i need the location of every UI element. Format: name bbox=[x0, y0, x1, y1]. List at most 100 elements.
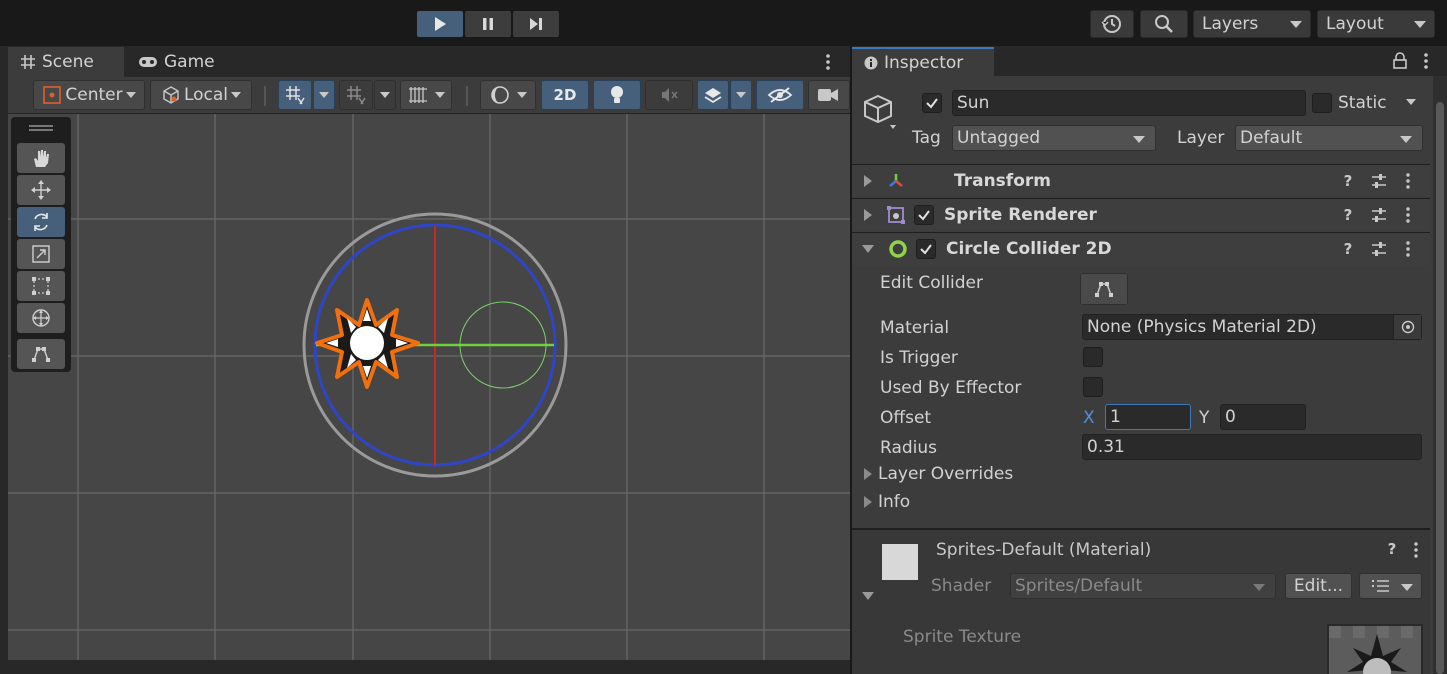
component-menu-icon[interactable] bbox=[1410, 541, 1422, 559]
pivot-mode-dropdown[interactable]: Center bbox=[33, 80, 145, 110]
chevron-down-icon bbox=[1406, 99, 1416, 105]
layout-dropdown-label: Layout bbox=[1326, 14, 1384, 34]
offset-y-field[interactable]: 0 bbox=[1220, 404, 1306, 430]
transform-icon bbox=[886, 171, 906, 191]
undo-history-button[interactable] bbox=[1090, 10, 1134, 38]
tab-scene[interactable]: Scene bbox=[8, 47, 124, 77]
component-menu-icon[interactable] bbox=[1402, 206, 1414, 224]
sprite-renderer-component-header[interactable]: Sprite Renderer ? bbox=[852, 198, 1430, 231]
chevron-down-icon bbox=[1133, 136, 1145, 143]
sprite-renderer-enabled-checkbox[interactable] bbox=[914, 205, 934, 225]
component-menu-icon[interactable] bbox=[1402, 172, 1414, 190]
presets-icon[interactable] bbox=[1370, 207, 1388, 223]
scale-tool-button[interactable] bbox=[17, 239, 65, 269]
grid-snapping-button[interactable] bbox=[278, 80, 312, 110]
search-button[interactable] bbox=[1140, 10, 1188, 38]
increment-snap-button[interactable] bbox=[339, 80, 373, 110]
lighting-toggle[interactable] bbox=[593, 80, 641, 110]
collapse-arrow-icon[interactable] bbox=[862, 592, 874, 600]
move-arrows-icon bbox=[31, 180, 51, 200]
sprite-texture-thumbnail[interactable] bbox=[1327, 624, 1423, 674]
edit-shader-label: Edit... bbox=[1293, 576, 1344, 596]
help-icon[interactable]: ? bbox=[1382, 540, 1402, 558]
help-icon[interactable]: ? bbox=[1338, 206, 1358, 224]
transform-tool-button[interactable] bbox=[17, 303, 65, 333]
expand-arrow-icon bbox=[864, 468, 872, 480]
pause-icon bbox=[483, 18, 493, 30]
tag-dropdown[interactable]: Untagged bbox=[952, 125, 1156, 151]
tab-inspector[interactable]: Inspector bbox=[852, 47, 994, 76]
edit-shader-button[interactable]: Edit... bbox=[1285, 573, 1352, 599]
help-icon[interactable]: ? bbox=[1338, 172, 1358, 190]
layers-dropdown[interactable]: Layers bbox=[1193, 10, 1311, 38]
presets-icon[interactable] bbox=[1370, 173, 1388, 189]
pivot-rotation-dropdown[interactable]: Local bbox=[150, 80, 252, 110]
lock-icon[interactable] bbox=[1392, 52, 1408, 70]
scene-camera-dropdown[interactable] bbox=[808, 80, 850, 110]
drag-handle-icon[interactable] bbox=[29, 125, 53, 131]
static-checkbox[interactable] bbox=[1312, 93, 1332, 113]
circle-collider-enabled-checkbox[interactable] bbox=[916, 239, 936, 259]
scene-toolbar: Center Local 2D bbox=[8, 77, 850, 114]
draw-mode-dropdown[interactable] bbox=[480, 80, 536, 110]
material-preview-swatch[interactable] bbox=[882, 544, 918, 580]
collapse-arrow-icon bbox=[862, 245, 874, 253]
is-trigger-checkbox[interactable] bbox=[1083, 347, 1103, 367]
object-picker-icon[interactable] bbox=[1393, 315, 1421, 339]
tab-game[interactable]: Game bbox=[138, 48, 215, 76]
hand-tool-button[interactable] bbox=[17, 143, 65, 173]
offset-y-label[interactable]: Y bbox=[1199, 408, 1209, 428]
used-by-effector-checkbox[interactable] bbox=[1083, 377, 1103, 397]
layer-dropdown[interactable]: Default bbox=[1235, 125, 1423, 151]
inspector-scrollbar[interactable] bbox=[1433, 76, 1447, 674]
edit-collider-tool-button[interactable] bbox=[17, 339, 65, 369]
is-trigger-label: Is Trigger bbox=[880, 348, 958, 368]
component-menu-icon[interactable] bbox=[1402, 240, 1414, 258]
info-foldout[interactable]: Info bbox=[864, 492, 910, 512]
chevron-down-icon bbox=[1290, 21, 1302, 28]
2d-view-toggle[interactable]: 2D bbox=[541, 80, 589, 110]
grid-visibility-dropdown[interactable] bbox=[400, 80, 452, 110]
rotate-tool-button[interactable] bbox=[17, 207, 65, 237]
step-button[interactable] bbox=[513, 11, 559, 37]
object-name-field[interactable]: Sun bbox=[952, 90, 1306, 116]
scene-visibility-toggle[interactable] bbox=[756, 80, 804, 110]
panel-menu-icon[interactable] bbox=[1420, 51, 1432, 71]
transform-component-header[interactable]: Transform ? bbox=[852, 164, 1430, 197]
circle-collider-component-header[interactable]: Circle Collider 2D ? bbox=[852, 232, 1430, 265]
layout-dropdown[interactable]: Layout bbox=[1317, 10, 1435, 38]
play-icon bbox=[435, 17, 446, 31]
material-label: Material bbox=[880, 318, 950, 338]
gameobject-icon[interactable] bbox=[862, 92, 902, 132]
layer-overrides-foldout[interactable]: Layer Overrides bbox=[864, 464, 1013, 484]
effects-toggle[interactable] bbox=[697, 80, 729, 110]
scrollbar-thumb[interactable] bbox=[1436, 102, 1444, 674]
grid-snapping-dropdown[interactable] bbox=[313, 80, 335, 110]
static-dropdown[interactable] bbox=[1406, 99, 1416, 105]
panel-menu-icon[interactable] bbox=[822, 52, 834, 72]
material-options-dropdown[interactable] bbox=[1359, 573, 1422, 599]
help-icon[interactable]: ? bbox=[1338, 240, 1358, 258]
expand-arrow-icon bbox=[864, 496, 872, 508]
material-object-field[interactable]: None (Physics Material 2D) bbox=[1082, 314, 1422, 340]
layers-dropdown-label: Layers bbox=[1202, 14, 1259, 34]
effects-dropdown[interactable] bbox=[730, 80, 752, 110]
layer-label: Layer bbox=[1177, 128, 1225, 148]
offset-x-field[interactable]: 1 bbox=[1105, 404, 1191, 430]
increment-snap-dropdown[interactable] bbox=[374, 80, 396, 110]
hidden-eye-icon bbox=[767, 87, 793, 103]
radius-field[interactable]: 0.31 bbox=[1082, 434, 1422, 460]
chevron-down-icon bbox=[517, 92, 527, 98]
play-button[interactable] bbox=[417, 11, 463, 37]
offset-x-label[interactable]: X bbox=[1083, 408, 1095, 428]
rect-tool-button[interactable] bbox=[17, 271, 65, 301]
audio-toggle[interactable] bbox=[645, 80, 693, 110]
sun-sprite[interactable] bbox=[315, 298, 420, 389]
active-checkbox[interactable] bbox=[922, 93, 942, 113]
move-tool-button[interactable] bbox=[17, 175, 65, 205]
edit-collider-button[interactable] bbox=[1080, 273, 1128, 305]
scene-viewport[interactable] bbox=[8, 114, 850, 660]
pause-button[interactable] bbox=[465, 11, 511, 37]
presets-icon[interactable] bbox=[1370, 241, 1388, 257]
shader-dropdown[interactable]: Sprites/Default bbox=[1010, 573, 1276, 599]
